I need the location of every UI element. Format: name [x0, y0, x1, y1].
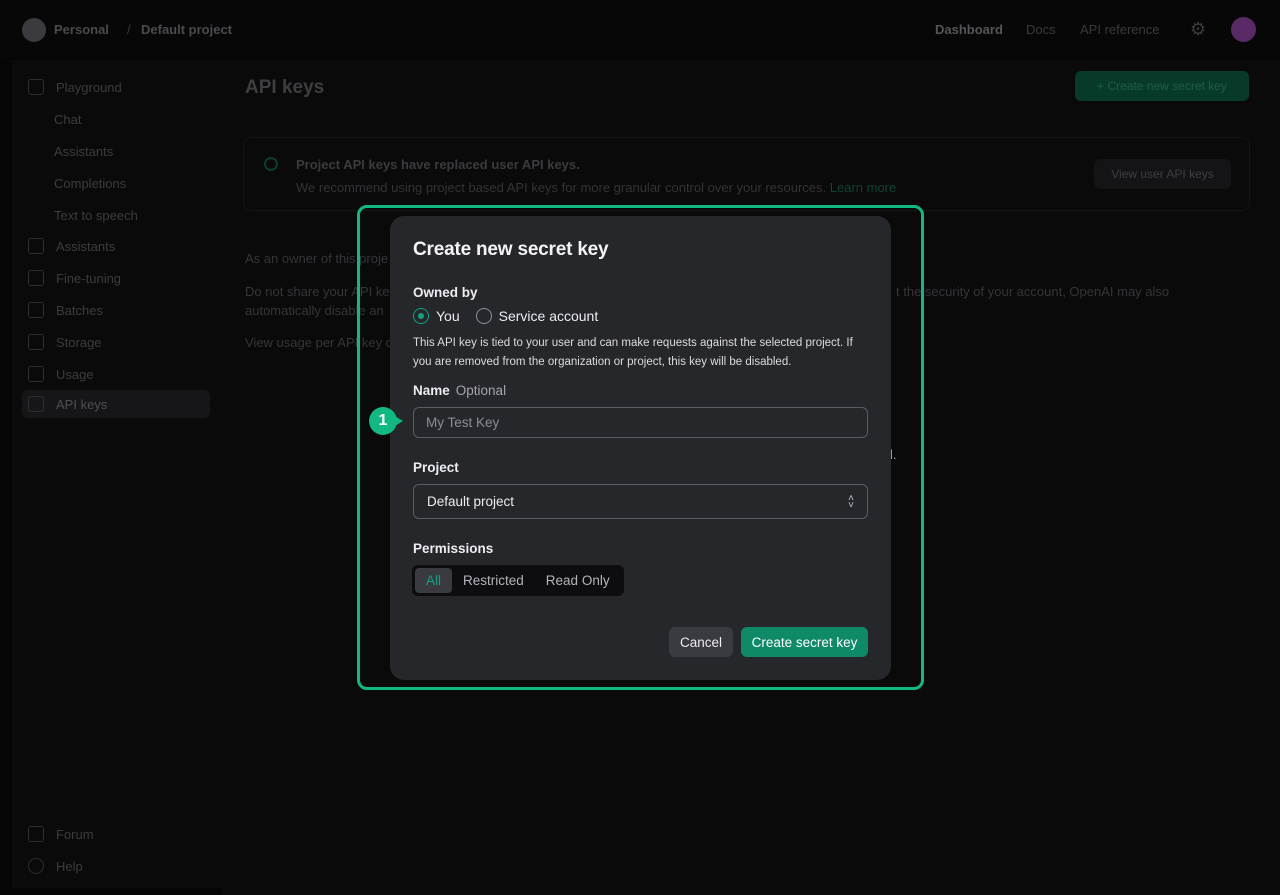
nav-api-reference[interactable]: API reference [1080, 22, 1160, 37]
permissions-segmented-control: All Restricted Read Only [412, 565, 624, 596]
banner-title: Project API keys have replaced user API … [296, 157, 580, 172]
nav-dashboard[interactable]: Dashboard [935, 22, 1003, 37]
name-optional-hint: Optional [455, 383, 507, 398]
sidebar-item-completions[interactable]: Completions [22, 169, 242, 197]
chart-icon [28, 366, 44, 382]
sidebar-item-forum[interactable]: Forum [22, 820, 210, 848]
project-select[interactable]: Default project ˄ ˅ [413, 484, 868, 519]
sidebar-item-fine-tuning[interactable]: Fine-tuning [22, 264, 210, 292]
learn-more-link[interactable]: Learn more [830, 180, 896, 195]
banner-text: We recommend using project based API key… [296, 180, 897, 195]
breadcrumb-separator: / [127, 22, 131, 37]
owner-service-account-label[interactable]: Service account [499, 308, 599, 324]
nav-docs[interactable]: Docs [1026, 22, 1056, 37]
database-icon [28, 334, 44, 350]
page-title: API keys [245, 77, 325, 98]
permission-restricted[interactable]: Restricted [452, 568, 535, 593]
project-select-value: Default project [427, 494, 515, 509]
project-switcher[interactable]: Default project [141, 22, 232, 37]
avatar[interactable] [1231, 17, 1256, 42]
sidebar-item-batches[interactable]: Batches [22, 296, 210, 324]
create-secret-key-dialog: Create new secret key Owned by You Servi… [390, 216, 891, 680]
permission-all[interactable]: All [415, 568, 453, 593]
help-icon [28, 858, 44, 874]
sidebar-item-help[interactable]: Help [22, 852, 210, 880]
view-user-api-keys-button[interactable]: View user API keys [1094, 159, 1231, 189]
sidebar-item-assistants-playground[interactable]: Assistants [22, 137, 242, 165]
project-label: Project [413, 460, 459, 475]
org-logo-icon[interactable] [22, 18, 46, 42]
owner-helper-text: This API key is tied to your user and ca… [413, 337, 853, 368]
sidebar-item-text-to-speech[interactable]: Text to speech [22, 201, 242, 229]
sliders-icon [28, 270, 44, 286]
terminal-icon [28, 79, 44, 95]
step-marker: 1 [369, 407, 403, 439]
share-warning-paragraph-right: t the security of your account, OpenAI m… [896, 284, 1170, 299]
chevron-up-down-icon: ˄ ˅ [848, 492, 854, 511]
sidebar-item-playground[interactable]: Playground [22, 73, 210, 101]
sidebar: Playground Chat Assistants Completions T… [12, 60, 222, 888]
sidebar-item-usage[interactable]: Usage [22, 360, 210, 388]
name-label: Name Optional [413, 383, 507, 398]
permission-read-only[interactable]: Read Only [535, 568, 621, 593]
step-number: 1 [369, 407, 397, 435]
name-input[interactable] [413, 407, 868, 438]
org-switcher[interactable]: Personal [54, 22, 109, 37]
forum-icon [28, 826, 44, 842]
create-secret-key-button[interactable]: Create secret key [741, 627, 868, 657]
owned-by-label: Owned by [413, 285, 478, 300]
lock-icon [28, 396, 44, 412]
cancel-button[interactable]: Cancel [669, 627, 733, 657]
info-banner: Project API keys have replaced user API … [243, 137, 1250, 211]
sidebar-item-storage[interactable]: Storage [22, 328, 210, 356]
batch-icon [28, 302, 44, 318]
owner-radio-group: You Service account [413, 308, 614, 324]
permissions-label: Permissions [413, 541, 494, 556]
sidebar-item-assistants[interactable]: Assistants [22, 232, 210, 260]
create-new-secret-key-button[interactable]: + Create new secret key [1075, 71, 1249, 101]
owner-service-account-radio[interactable] [475, 308, 492, 324]
sidebar-item-api-keys[interactable]: API keys [22, 390, 210, 418]
sidebar-item-chat[interactable]: Chat [22, 105, 242, 133]
info-icon [264, 157, 278, 171]
top-bar: Personal / Default project Dashboard Doc… [0, 0, 1280, 58]
owner-you-label[interactable]: You [436, 308, 460, 324]
owner-you-radio[interactable] [413, 308, 429, 324]
settings-gear-icon[interactable]: ⚙ [1190, 19, 1206, 40]
dialog-title: Create new secret key [413, 239, 609, 260]
assistant-icon [28, 238, 44, 254]
